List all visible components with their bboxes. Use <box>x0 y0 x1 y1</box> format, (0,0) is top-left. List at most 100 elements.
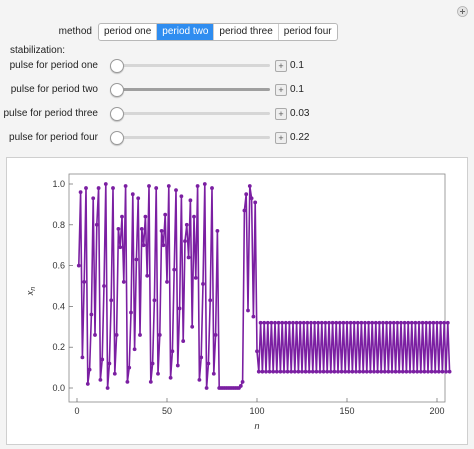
method-option-period-three[interactable]: period three <box>214 24 279 40</box>
data-point <box>91 196 96 201</box>
slider-value: 0.03 <box>290 108 310 119</box>
slider-track[interactable] <box>110 88 270 91</box>
slider-row-period-four: pulse for period four + 0.22 <box>0 131 474 145</box>
data-point <box>319 320 324 325</box>
data-point <box>80 355 85 360</box>
data-point <box>393 369 398 374</box>
data-point <box>379 369 384 374</box>
data-point <box>116 226 121 231</box>
slider-thumb[interactable] <box>110 59 124 73</box>
data-point <box>247 184 252 188</box>
data-point <box>76 263 81 268</box>
data-point <box>292 369 297 374</box>
data-point <box>215 229 220 233</box>
slider-value: 0.22 <box>290 132 310 143</box>
data-point <box>156 371 160 376</box>
stabilization-label: stabilization: <box>10 45 66 56</box>
method-label: method <box>58 26 92 37</box>
data-point <box>415 369 420 374</box>
data-point <box>82 280 87 284</box>
data-point <box>417 320 421 325</box>
data-point <box>249 196 254 201</box>
data-point <box>386 369 391 374</box>
data-point <box>242 208 247 213</box>
expand-plus-icon[interactable]: + <box>275 108 287 120</box>
method-option-period-two[interactable]: period two <box>157 24 215 40</box>
data-point <box>177 306 182 311</box>
data-point <box>400 369 405 374</box>
data-point <box>406 320 411 325</box>
data-point <box>300 369 304 374</box>
data-point <box>282 369 286 374</box>
data-point <box>210 186 214 190</box>
data-point <box>436 369 441 374</box>
data-point <box>274 369 279 374</box>
slider-thumb[interactable] <box>110 131 124 145</box>
data-point <box>166 184 171 188</box>
data-point <box>271 369 276 374</box>
data-point <box>192 214 196 219</box>
data-point <box>328 369 333 374</box>
method-option-period-one[interactable]: period one <box>99 24 158 40</box>
data-point <box>336 369 340 374</box>
data-point <box>330 320 335 325</box>
data-point <box>276 320 281 325</box>
data-point <box>256 369 261 374</box>
data-point <box>359 320 364 325</box>
data-point <box>255 349 259 354</box>
slider-row-period-three: pulse for period three + 0.03 <box>0 107 474 121</box>
x-axis-label: n <box>254 421 259 431</box>
data-point <box>413 320 418 325</box>
data-point <box>361 369 366 374</box>
data-point <box>240 379 245 384</box>
data-point <box>165 280 169 284</box>
expand-plus-icon[interactable]: + <box>275 84 287 96</box>
data-point <box>184 222 189 227</box>
slider-track[interactable] <box>110 136 270 139</box>
data-point <box>150 361 155 366</box>
data-point <box>309 320 313 325</box>
data-point <box>96 186 101 190</box>
y-tick-label: 1.0 <box>52 179 65 189</box>
y-tick-label: 0.8 <box>52 220 65 230</box>
data-point <box>395 320 400 325</box>
data-point <box>208 298 213 303</box>
data-point <box>100 357 105 362</box>
data-point <box>399 320 403 325</box>
method-option-period-four[interactable]: period four <box>279 24 337 40</box>
y-tick-label: 0.0 <box>52 383 65 393</box>
data-point <box>181 339 186 343</box>
data-point <box>273 320 277 325</box>
corner-expand-icon[interactable] <box>457 6 468 17</box>
slider-thumb[interactable] <box>110 107 124 121</box>
slider-track[interactable] <box>110 64 270 67</box>
y-tick-label: 0.2 <box>52 342 65 352</box>
data-point <box>310 369 315 374</box>
data-point <box>138 333 142 337</box>
data-point <box>201 282 205 286</box>
data-point <box>107 361 112 366</box>
data-point <box>444 369 448 374</box>
data-point <box>118 245 123 250</box>
data-point <box>87 367 92 372</box>
data-point <box>109 298 114 303</box>
method-selector[interactable]: period one period two period three perio… <box>98 23 338 41</box>
x-tick-label: 200 <box>429 406 444 416</box>
data-point <box>102 284 106 288</box>
data-point <box>132 347 137 352</box>
slider-track[interactable] <box>110 112 270 115</box>
data-point <box>409 320 414 325</box>
expand-plus-icon[interactable]: + <box>275 132 287 144</box>
slider-label: pulse for period four <box>9 132 98 143</box>
data-point <box>280 320 285 325</box>
data-point <box>111 186 115 190</box>
data-point <box>183 239 187 244</box>
data-point <box>114 333 119 337</box>
data-point <box>294 320 299 325</box>
slider-thumb[interactable] <box>110 83 124 97</box>
data-point <box>264 369 268 374</box>
data-point <box>123 184 128 188</box>
slider-label: pulse for period one <box>9 60 98 71</box>
data-point <box>267 369 272 374</box>
expand-plus-icon[interactable]: + <box>275 60 287 72</box>
